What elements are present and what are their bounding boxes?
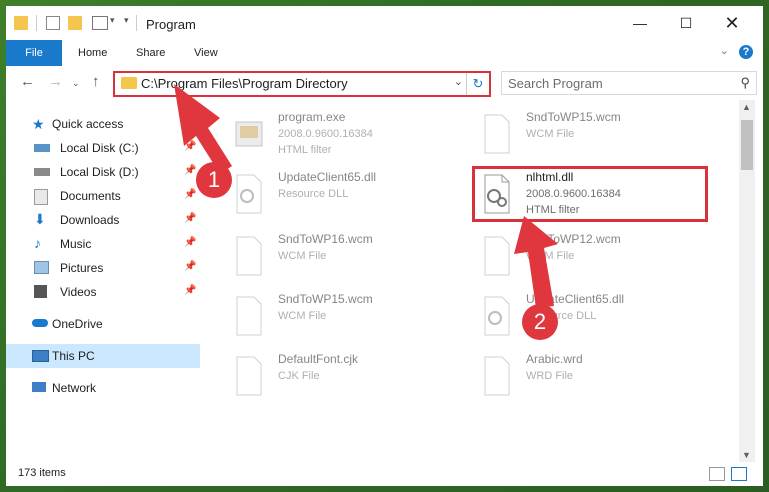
arrow-1 (174, 84, 232, 174)
explorer-window: ▾ ▾ Program — ☐ ✕ File Home Share View ⌄… (6, 6, 763, 486)
callout-2: 2 (522, 304, 558, 340)
arrow-2 (514, 216, 558, 308)
callout-1: 1 (196, 162, 232, 198)
annotation-arrows (174, 84, 558, 308)
